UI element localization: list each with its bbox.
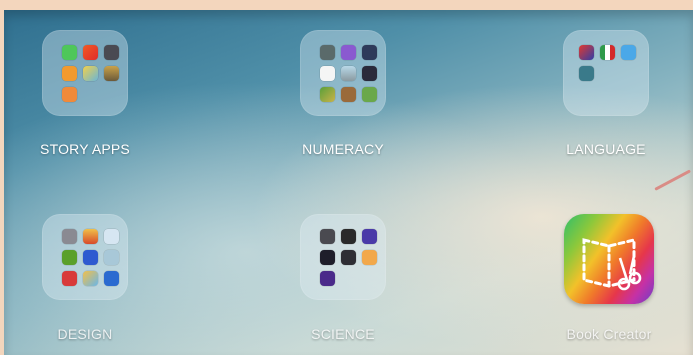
folder-language-background [563,30,649,116]
design-app-1-icon [62,229,77,244]
numeracy-app-2-icon [341,45,356,60]
language-app-2-icon [600,45,615,60]
numeracy-app-3-icon [362,45,377,60]
folder-numeracy-label: NUMERACY [302,141,384,157]
science-app-7-icon [320,271,335,286]
language-app-1-icon [579,45,594,60]
story-app-3-icon [104,45,119,60]
science-app-1-icon [320,229,335,244]
numeracy-app-1-icon [320,45,335,60]
numeracy-app-4-icon [320,66,335,81]
story-app-4-icon [62,66,77,81]
language-app-3-icon [621,45,636,60]
book-creator-app[interactable] [564,214,654,304]
folder-story-apps-label: STORY APPS [40,141,130,157]
design-app-6-icon [104,250,119,265]
numeracy-app-8-icon [341,87,356,102]
design-app-8-icon [83,271,98,286]
numeracy-app-9-icon [362,87,377,102]
folder-design[interactable] [42,214,128,300]
story-app-1-icon [62,45,77,60]
folder-science[interactable] [300,214,386,300]
science-app-2-icon [341,229,356,244]
design-app-4-icon [62,250,77,265]
book-scissors-icon [582,238,642,291]
design-app-9-icon [104,271,119,286]
folder-story-apps[interactable] [42,30,128,116]
science-app-5-icon [341,250,356,265]
science-app-4-icon [320,250,335,265]
design-app-7-icon [62,271,77,286]
story-app-2-icon [83,45,98,60]
numeracy-app-5-icon [341,66,356,81]
design-app-3-icon [104,229,119,244]
language-app-4-icon [579,66,594,81]
book-creator-label: Book Creator [566,326,652,342]
folder-language[interactable] [563,30,649,116]
numeracy-app-6-icon [362,66,377,81]
design-app-5-icon [83,250,98,265]
science-app-3-icon [362,229,377,244]
home-screen: STORY APPS NUMERACY LANGUAGE DESIGN SCIE… [4,10,693,355]
folder-language-label: LANGUAGE [566,141,646,157]
folder-design-label: DESIGN [57,326,113,342]
design-app-2-icon [83,229,98,244]
folder-numeracy[interactable] [300,30,386,116]
story-app-6-icon [104,66,119,81]
story-app-5-icon [83,66,98,81]
numeracy-app-7-icon [320,87,335,102]
folder-science-label: SCIENCE [311,326,375,342]
science-app-6-icon [362,250,377,265]
story-app-7-icon [62,87,77,102]
